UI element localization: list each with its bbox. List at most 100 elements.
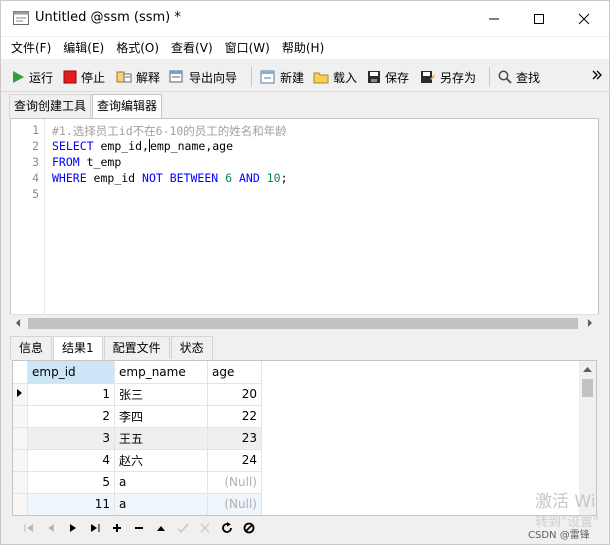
discard-changes-button[interactable] <box>194 518 216 538</box>
cell-age-null[interactable]: (Null) <box>207 493 262 515</box>
previous-record-icon <box>48 524 54 532</box>
cell-age-null[interactable]: (Null) <box>207 471 262 494</box>
cell-emp-id[interactable]: 1 <box>27 383 115 406</box>
find-button[interactable]: 查找 <box>498 66 540 88</box>
cell-age[interactable]: 24 <box>207 449 262 472</box>
save-as-button[interactable]: 另存为 <box>420 66 476 88</box>
minimize-icon <box>489 18 499 19</box>
cell-age[interactable]: 20 <box>207 383 262 406</box>
sql-editor[interactable]: 1 2 3 4 5 #1.选择员工id不在6-10的员工的姓名和年龄 SELEC… <box>10 118 599 318</box>
minimize-button[interactable] <box>471 1 517 36</box>
export-wizard-label: 导出向导 <box>189 70 238 85</box>
move-up-button[interactable] <box>150 518 172 538</box>
new-button[interactable]: 新建 <box>260 66 304 88</box>
stop-loading-button[interactable] <box>238 518 260 538</box>
close-icon <box>578 13 590 24</box>
cell-emp-id[interactable]: 5 <box>27 471 115 494</box>
scrollbar-thumb[interactable] <box>582 379 593 397</box>
export-wizard-button[interactable]: 导出向导 <box>169 66 237 88</box>
maximize-button[interactable] <box>516 1 562 36</box>
table-row[interactable]: 3 王五 23 <box>13 427 262 450</box>
last-record-button[interactable] <box>84 518 106 538</box>
stop-circle-icon <box>243 522 255 534</box>
table-row[interactable]: 2 李四 22 <box>13 405 262 428</box>
table-row[interactable]: 1 张三 20 <box>13 383 262 406</box>
menu-edit[interactable]: 编辑(E) <box>57 37 110 59</box>
result-grid[interactable]: emp_id emp_name age 1 张三 20 2 李四 22 3 王五… <box>12 360 597 516</box>
gutter-divider <box>44 119 45 317</box>
refresh-button[interactable] <box>216 518 238 538</box>
add-record-button[interactable] <box>106 518 128 538</box>
menu-view[interactable]: 查看(V) <box>165 37 219 59</box>
number-literal: 6 <box>225 171 233 185</box>
editor-horizontal-scrollbar[interactable] <box>10 314 599 330</box>
scroll-right-icon[interactable] <box>586 319 594 327</box>
close-button[interactable] <box>561 1 607 36</box>
overflow-chevron-icon[interactable] <box>591 69 603 81</box>
triangle-up-icon <box>157 526 165 531</box>
stop-button[interactable]: 停止 <box>63 66 105 88</box>
menu-format[interactable]: 格式(O) <box>110 37 165 59</box>
cell-emp-id[interactable]: 4 <box>27 449 115 472</box>
number-literal: 10 <box>266 171 281 185</box>
cell-emp-name[interactable]: 赵六 <box>114 449 208 472</box>
cell-age[interactable]: 22 <box>207 405 262 428</box>
previous-record-button[interactable] <box>40 518 62 538</box>
column-header-age[interactable]: age <box>207 361 262 384</box>
tab-info[interactable]: 信息 <box>10 336 53 359</box>
next-record-button[interactable] <box>62 518 84 538</box>
cell-emp-id[interactable]: 2 <box>27 405 115 428</box>
current-row-indicator <box>13 383 28 406</box>
scroll-left-icon[interactable] <box>14 319 22 327</box>
column-header-emp-id[interactable]: emp_id <box>27 361 115 384</box>
play-icon <box>13 71 24 83</box>
keyword: NOT BETWEEN <box>142 171 219 185</box>
table-row[interactable]: 11 a (Null) <box>13 493 262 515</box>
cell-age[interactable]: 23 <box>207 427 262 450</box>
cell-emp-id[interactable]: 3 <box>27 427 115 450</box>
cell-emp-name[interactable]: a <box>114 471 208 494</box>
run-button[interactable]: 运行 <box>11 66 53 88</box>
column-header-emp-name[interactable]: emp_name <box>114 361 208 384</box>
code-line-from: FROM t_emp <box>52 155 121 169</box>
explain-button[interactable]: 解释 <box>116 66 160 88</box>
tab-status[interactable]: 状态 <box>170 336 213 359</box>
cell-emp-name[interactable]: 王五 <box>114 427 208 450</box>
load-button[interactable]: 载入 <box>313 66 357 88</box>
menu-window[interactable]: 窗口(W) <box>219 37 276 59</box>
cell-emp-name[interactable]: 张三 <box>114 383 208 406</box>
query-tab-strip: 查询创建工具 查询编辑器 <box>9 94 163 119</box>
scrollbar-thumb[interactable] <box>28 318 578 329</box>
table-row[interactable]: 4 赵六 24 <box>13 449 262 472</box>
delete-record-button[interactable] <box>128 518 150 538</box>
code-line-select: SELECT emp_id,emp_name,age <box>52 139 233 153</box>
cell-emp-id[interactable]: 11 <box>27 493 115 515</box>
tab-profile[interactable]: 配置文件 <box>103 336 170 359</box>
folder-icon <box>313 72 329 84</box>
first-record-icon <box>24 524 33 532</box>
tab-result-1[interactable]: 结果1 <box>53 336 103 360</box>
save-as-icon <box>421 71 435 83</box>
save-button[interactable]: 保存 <box>367 66 409 88</box>
apply-changes-button[interactable] <box>172 518 194 538</box>
search-icon <box>498 70 512 84</box>
tab-query-builder[interactable]: 查询创建工具 <box>9 94 92 118</box>
result-tab-strip: 信息 结果1 配置文件 状态 <box>10 336 214 360</box>
explain-label: 解释 <box>136 70 161 85</box>
keyword: WHERE <box>52 171 87 185</box>
scroll-up-icon[interactable] <box>583 366 592 374</box>
table-row[interactable]: 5 a (Null) <box>13 471 262 494</box>
stop-icon <box>63 70 77 84</box>
load-label: 载入 <box>333 70 358 85</box>
cell-emp-name[interactable]: 李四 <box>114 405 208 428</box>
toolbar-separator <box>489 67 490 87</box>
keyword: SELECT <box>52 139 94 153</box>
tab-query-editor[interactable]: 查询编辑器 <box>92 94 163 119</box>
menu-help[interactable]: 帮助(H) <box>276 37 330 59</box>
cell-emp-name[interactable]: a <box>114 493 208 515</box>
first-record-button[interactable] <box>18 518 40 538</box>
keyword: AND <box>239 171 260 185</box>
save-label: 保存 <box>385 70 410 85</box>
code-text: emp_id <box>86 171 143 185</box>
menu-file[interactable]: 文件(F) <box>5 37 57 59</box>
